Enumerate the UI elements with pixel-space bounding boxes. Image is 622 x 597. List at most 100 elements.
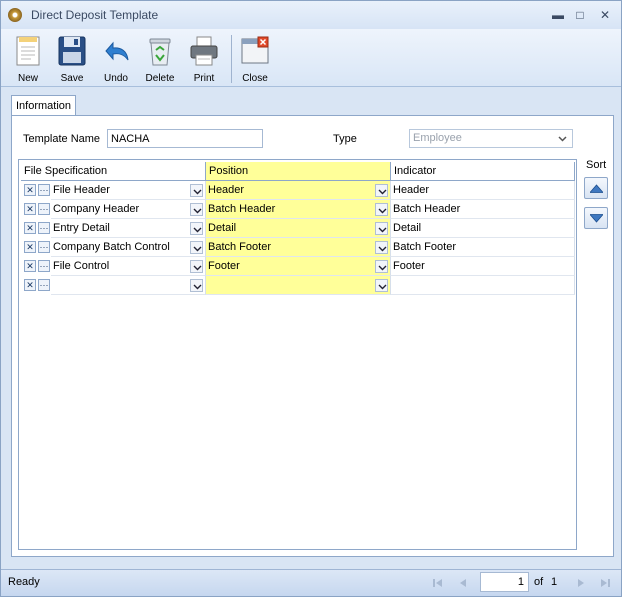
file-spec-cell[interactable]: File Header bbox=[51, 181, 206, 200]
close-button[interactable]: Close bbox=[233, 32, 277, 86]
close-window-button[interactable]: ✕ bbox=[596, 6, 614, 24]
more-options-icon[interactable]: ··· bbox=[38, 260, 50, 272]
delete-label: Delete bbox=[145, 73, 175, 84]
chevron-down-icon bbox=[378, 208, 387, 214]
more-options-icon[interactable]: ··· bbox=[38, 241, 50, 253]
sort-up-button[interactable] bbox=[584, 177, 608, 199]
title-bar: Direct Deposit Template ▬ □ ✕ bbox=[1, 1, 621, 29]
table-row-new[interactable]: ✕ ··· bbox=[21, 276, 575, 295]
maximize-button[interactable]: □ bbox=[571, 6, 589, 24]
type-select-value: Employee bbox=[413, 132, 462, 144]
chevron-down-icon bbox=[193, 227, 202, 233]
remove-row-icon[interactable]: ✕ bbox=[24, 203, 36, 215]
new-document-icon bbox=[16, 36, 40, 66]
status-bar: Ready 1 of 1 bbox=[1, 569, 621, 596]
type-select[interactable]: Employee bbox=[409, 129, 573, 148]
position-dropdown[interactable] bbox=[375, 203, 388, 216]
file-spec-dropdown[interactable] bbox=[190, 260, 203, 273]
triangle-down-icon bbox=[590, 214, 603, 223]
save-label: Save bbox=[60, 73, 84, 84]
table-row[interactable]: ✕ ··· Company Header Batch Header Batch … bbox=[21, 200, 575, 219]
minimize-button[interactable]: ▬ bbox=[549, 6, 567, 24]
remove-row-icon[interactable]: ✕ bbox=[24, 184, 36, 196]
remove-row-icon[interactable]: ✕ bbox=[24, 279, 36, 291]
file-spec-dropdown[interactable] bbox=[190, 279, 203, 292]
indicator-cell[interactable] bbox=[391, 276, 575, 295]
table-row[interactable]: ✕ ··· File Header Header Header bbox=[21, 181, 575, 200]
delete-button[interactable]: Delete bbox=[138, 32, 182, 86]
position-dropdown[interactable] bbox=[375, 260, 388, 273]
indicator-cell[interactable]: Batch Footer bbox=[391, 238, 575, 257]
table-row[interactable]: ✕ ··· File Control Footer Footer bbox=[21, 257, 575, 276]
last-page-icon[interactable] bbox=[598, 576, 612, 590]
chevron-down-icon bbox=[378, 246, 387, 252]
recycle-bin-icon bbox=[149, 38, 171, 66]
file-spec-dropdown[interactable] bbox=[190, 241, 203, 254]
save-button[interactable]: Save bbox=[50, 32, 94, 86]
sort-label: Sort bbox=[586, 159, 607, 171]
new-button[interactable]: New bbox=[6, 32, 50, 86]
file-specification-grid: File Specification Position Indicator ✕ … bbox=[18, 159, 577, 550]
position-cell[interactable]: Batch Footer bbox=[206, 238, 391, 257]
total-pages: 1 bbox=[551, 576, 558, 588]
undo-label: Undo bbox=[104, 73, 128, 84]
file-spec-cell[interactable]: Entry Detail bbox=[51, 219, 206, 238]
remove-row-icon[interactable]: ✕ bbox=[24, 222, 36, 234]
more-options-icon[interactable]: ··· bbox=[38, 203, 50, 215]
template-name-label: Template Name bbox=[23, 133, 101, 145]
template-name-input[interactable] bbox=[107, 129, 263, 148]
file-spec-dropdown[interactable] bbox=[190, 222, 203, 235]
undo-button[interactable]: Undo bbox=[94, 32, 138, 86]
chevron-down-icon bbox=[193, 265, 202, 271]
chevron-down-icon bbox=[193, 284, 202, 290]
page-number-input[interactable]: 1 bbox=[480, 572, 529, 592]
indicator-cell[interactable]: Header bbox=[391, 181, 575, 200]
file-spec-cell[interactable]: File Control bbox=[51, 257, 206, 276]
chevron-down-icon bbox=[558, 136, 567, 142]
file-spec-cell[interactable] bbox=[51, 276, 206, 295]
print-label: Print bbox=[193, 73, 215, 84]
table-row[interactable]: ✕ ··· Entry Detail Detail Detail bbox=[21, 219, 575, 238]
floppy-disk-icon bbox=[58, 36, 86, 66]
chevron-down-icon bbox=[378, 284, 387, 290]
triangle-up-icon bbox=[590, 184, 603, 193]
toolbar-separator bbox=[231, 35, 232, 83]
column-header-position[interactable]: Position bbox=[206, 162, 391, 181]
close-label: Close bbox=[242, 73, 268, 84]
position-dropdown[interactable] bbox=[375, 184, 388, 197]
app-icon bbox=[8, 8, 22, 22]
window-title: Direct Deposit Template bbox=[31, 8, 159, 22]
file-spec-dropdown[interactable] bbox=[190, 203, 203, 216]
position-cell[interactable]: Batch Header bbox=[206, 200, 391, 219]
remove-row-icon[interactable]: ✕ bbox=[24, 260, 36, 272]
chevron-down-icon bbox=[378, 265, 387, 271]
position-cell[interactable] bbox=[206, 276, 391, 295]
column-header-file-specification[interactable]: File Specification bbox=[21, 162, 206, 181]
indicator-cell[interactable]: Footer bbox=[391, 257, 575, 276]
position-dropdown[interactable] bbox=[375, 241, 388, 254]
position-dropdown[interactable] bbox=[375, 222, 388, 235]
file-spec-cell[interactable]: Company Batch Control bbox=[51, 238, 206, 257]
chevron-down-icon bbox=[378, 189, 387, 195]
position-cell[interactable]: Detail bbox=[206, 219, 391, 238]
position-cell[interactable]: Footer bbox=[206, 257, 391, 276]
indicator-cell[interactable]: Detail bbox=[391, 219, 575, 238]
more-options-icon[interactable]: ··· bbox=[38, 279, 50, 291]
more-options-icon[interactable]: ··· bbox=[38, 184, 50, 196]
sort-down-button[interactable] bbox=[584, 207, 608, 229]
print-button[interactable]: Print bbox=[182, 32, 226, 86]
position-dropdown[interactable] bbox=[375, 279, 388, 292]
first-page-icon[interactable] bbox=[431, 576, 445, 590]
indicator-cell[interactable]: Batch Header bbox=[391, 200, 575, 219]
column-header-indicator[interactable]: Indicator bbox=[391, 162, 575, 181]
previous-page-icon[interactable] bbox=[456, 576, 470, 590]
position-cell[interactable]: Header bbox=[206, 181, 391, 200]
file-spec-dropdown[interactable] bbox=[190, 184, 203, 197]
close-window-icon bbox=[241, 36, 269, 64]
tab-information[interactable]: Information bbox=[11, 95, 76, 116]
remove-row-icon[interactable]: ✕ bbox=[24, 241, 36, 253]
file-spec-cell[interactable]: Company Header bbox=[51, 200, 206, 219]
next-page-icon[interactable] bbox=[574, 576, 588, 590]
more-options-icon[interactable]: ··· bbox=[38, 222, 50, 234]
table-row[interactable]: ✕ ··· Company Batch Control Batch Footer… bbox=[21, 238, 575, 257]
